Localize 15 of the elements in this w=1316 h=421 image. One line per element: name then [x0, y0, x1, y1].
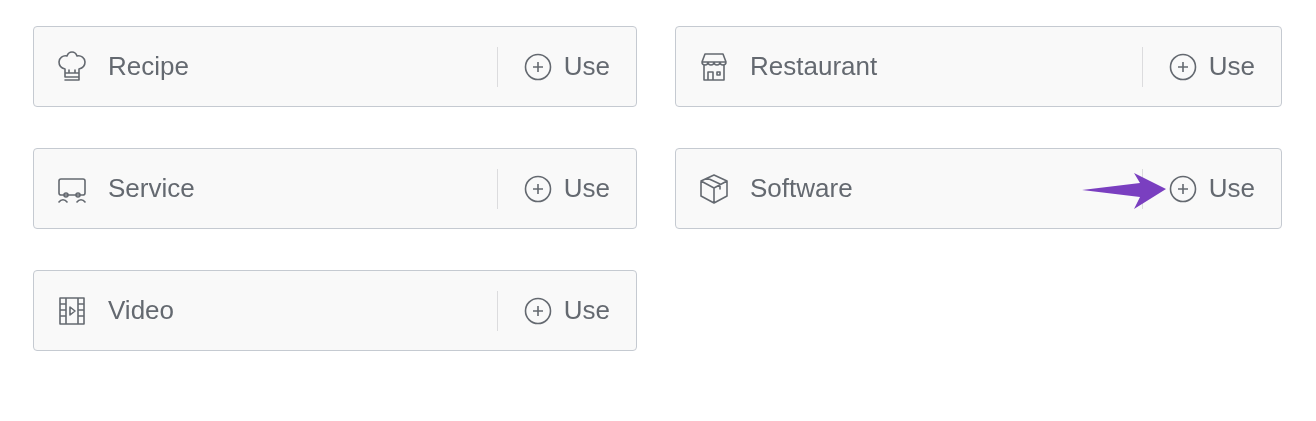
- plus-circle-icon: [523, 52, 552, 81]
- schema-label: Video: [108, 295, 176, 326]
- plus-circle-icon: [1168, 52, 1197, 81]
- use-button[interactable]: Use: [523, 295, 610, 326]
- schema-label: Service: [108, 173, 196, 204]
- plus-circle-icon: [523, 174, 552, 203]
- use-button[interactable]: Use: [523, 173, 610, 204]
- schema-label: Recipe: [108, 51, 190, 82]
- use-button[interactable]: Use: [1168, 51, 1255, 82]
- schema-label: Restaurant: [750, 51, 879, 82]
- use-button[interactable]: Use: [1168, 173, 1255, 204]
- use-button[interactable]: Use: [523, 51, 610, 82]
- schema-label: Software: [750, 173, 854, 204]
- plus-circle-icon: [523, 296, 552, 325]
- plus-circle-icon: [1168, 174, 1197, 203]
